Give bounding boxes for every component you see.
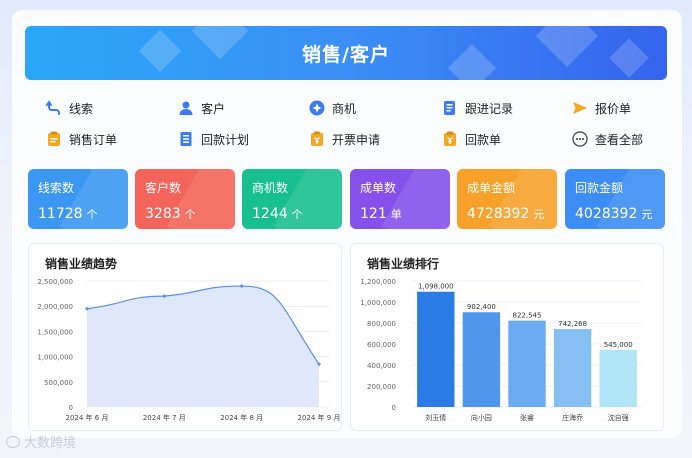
y-tick-label: 2,000,000 [37, 303, 73, 311]
clue-icon [46, 100, 62, 116]
sales-order-icon [46, 131, 62, 147]
stat-card-clues[interactable]: 线索数 11728 个 [28, 169, 128, 229]
menu-item-invoice-request[interactable]: 开票申请 [309, 129, 380, 149]
watermark-text: 大数跨境 [24, 436, 77, 451]
y-tick-label: 0 [392, 404, 396, 412]
menu-item-sales-order[interactable]: 销售订单 [46, 129, 117, 149]
trend-panel: 销售业绩趋势 0 500,000 1,000,000 1,500,000 2,000,0… [28, 243, 342, 431]
y-tick-label: 500,000 [44, 379, 73, 387]
bar [599, 349, 637, 407]
menu-item-clue[interactable]: 线索 [46, 98, 93, 118]
menu-item-payment-plan[interactable]: 回款计划 [178, 129, 249, 149]
bar-value-label: 742,268 [558, 320, 587, 328]
y-tick-label: 1,500,000 [37, 328, 73, 336]
x-tick-label: 沈自强 [608, 413, 629, 422]
bar [462, 312, 501, 407]
followup-record-icon [442, 100, 458, 116]
bar [417, 291, 455, 407]
y-tick-label: 1,000,000 [360, 299, 396, 307]
quote-icon [572, 100, 588, 116]
stat-card-deals[interactable]: 成单数 121 单 [350, 169, 450, 229]
bar [508, 320, 546, 407]
menu-item-payment-receipt[interactable]: 回款单 [442, 129, 501, 149]
trend-point [317, 362, 321, 366]
stat-card-opportunities[interactable]: 商机数 1244 个 [242, 169, 342, 229]
y-tick-label: 1,200,000 [360, 278, 396, 286]
more-icon [572, 131, 588, 147]
header-banner: 销售/客户 [25, 26, 667, 80]
x-tick-label: 张睿 [520, 413, 534, 422]
bar-value-label: 1,098,000 [418, 283, 454, 291]
menu-item-view-all[interactable]: 查看全部 [572, 129, 643, 149]
stat-value: 121 [360, 206, 387, 222]
menu-label: 销售订单 [69, 132, 118, 147]
menu-label: 客户 [201, 101, 226, 116]
menu-label: 回款单 [465, 132, 502, 147]
trend-point [85, 307, 89, 311]
customer-icon [178, 100, 194, 116]
rank-panel: 销售业绩排行 0 200,000 400,000 600,000 800,000 1,00… [350, 243, 664, 431]
x-tick-label: 2024 年 7 月 [143, 413, 186, 422]
y-tick-label: 200,000 [367, 383, 396, 391]
y-tick-label: 800,000 [367, 320, 396, 328]
x-tick-label: 刘玉倩 [425, 413, 446, 422]
x-tick-label: 庄海乔 [562, 413, 583, 422]
bar-value-label: 902,400 [467, 303, 496, 311]
menu-item-followup[interactable]: 跟进记录 [442, 98, 513, 118]
x-tick-label: 2024 年 9 月 [298, 413, 341, 422]
trend-chart: 0 500,000 1,000,000 1,500,000 2,000,000 2,500… [37, 278, 341, 422]
bar [553, 329, 592, 407]
y-tick-label: 2,500,000 [37, 278, 73, 286]
y-tick-label: 1,000,000 [37, 354, 73, 362]
menu-label: 报价单 [595, 101, 632, 116]
stat-card-payment-amount[interactable]: 回款金额 4028392 元 [565, 169, 665, 229]
x-tick-label: 2024 年 6 月 [66, 413, 109, 422]
rank-chart: 0 200,000 400,000 600,000 800,000 1,000,000 1,… [360, 278, 641, 422]
opportunity-icon [309, 100, 325, 116]
menu-label: 查看全部 [595, 132, 644, 147]
y-tick-label: 600,000 [367, 341, 396, 349]
menu-item-customer[interactable]: 客户 [178, 98, 225, 118]
menu-label: 线索 [69, 101, 94, 116]
stat-card-customers[interactable]: 客户数 3283 个 [135, 169, 235, 229]
watermark: 大数跨境 [6, 432, 76, 451]
menu-label: 商机 [332, 101, 357, 116]
payment-receipt-icon [442, 131, 458, 147]
trend-point [240, 284, 244, 288]
y-tick-label: 400,000 [367, 362, 396, 370]
x-tick-label: 2024 年 8 月 [220, 413, 263, 422]
bar-value-label: 822,545 [513, 312, 542, 320]
stat-card-deal-amount[interactable]: 成单金额 4728392 元 [457, 169, 557, 229]
menu-label: 开票申请 [332, 132, 381, 147]
trend-area [87, 286, 319, 407]
menu-item-quote[interactable]: 报价单 [572, 98, 631, 118]
page-title: 销售/客户 [302, 43, 390, 66]
trend-point [162, 294, 166, 298]
bar-value-label: 545,000 [604, 341, 633, 349]
y-tick-label: 0 [69, 404, 73, 412]
menu-item-opportunity[interactable]: 商机 [309, 98, 356, 118]
payment-plan-icon [178, 131, 194, 147]
invoice-request-icon [309, 131, 325, 147]
menu-label: 回款计划 [201, 132, 250, 147]
x-tick-label: 向小园 [471, 413, 492, 422]
menu-label: 跟进记录 [465, 101, 514, 116]
watermark-logo-icon [6, 435, 20, 448]
